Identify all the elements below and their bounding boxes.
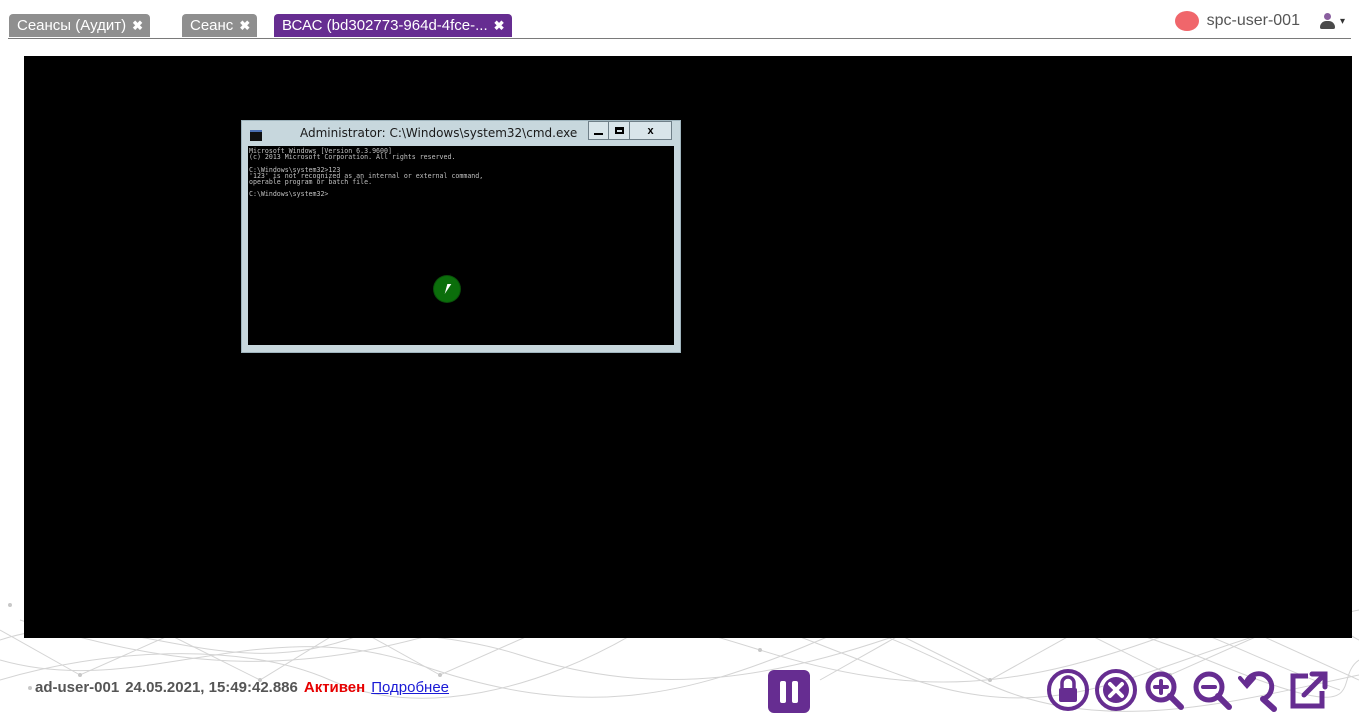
cursor-arrow-icon <box>444 284 452 294</box>
remote-session-viewport[interactable]: Administrator: C:\Windows\system32\cmd.e… <box>24 56 1352 638</box>
tab-vsas-session[interactable]: ВСАС (bd302773-964d-4fce-... ✖ <box>274 14 512 37</box>
tab-session[interactable]: Сеанс ✖ <box>182 14 258 37</box>
console-app-icon <box>250 130 262 141</box>
close-icon[interactable]: ✖ <box>239 18 250 34</box>
maximize-icon <box>614 127 624 134</box>
cmd-window[interactable]: Administrator: C:\Windows\system32\cmd.e… <box>241 120 681 353</box>
user-status-dot <box>1174 11 1199 31</box>
user-area: spc-user-001 ▾ <box>1174 10 1345 32</box>
minimize-icon <box>594 132 603 135</box>
minimize-button[interactable] <box>588 121 609 140</box>
viewer-toolbar <box>1046 668 1330 712</box>
session-user: ad-user-001 <box>35 679 120 696</box>
close-icon[interactable]: ✖ <box>132 18 143 34</box>
tab-bar-divider <box>8 38 1351 39</box>
user-menu-icon[interactable] <box>1318 11 1336 31</box>
tab-bar: Сеансы (Аудит) ✖ Сеанс ✖ ВСАС (bd302773-… <box>0 0 1359 40</box>
username: spc-user-001 <box>1206 12 1300 29</box>
close-icon[interactable]: ✖ <box>494 18 505 34</box>
window-close-button[interactable]: x <box>630 121 672 140</box>
tab-label: Сеанс <box>190 17 234 34</box>
console-line: C:\Windows\system32> <box>249 190 329 199</box>
pause-icon-bar <box>792 680 798 703</box>
mouse-cursor-indicator <box>434 276 460 302</box>
session-state-badge: Активен <box>303 679 366 696</box>
details-link[interactable]: Подробнее <box>371 679 449 696</box>
session-status-line: ad-user-001 24.05.2021, 15:49:42.886 Акт… <box>35 679 449 696</box>
tab-sessions-audit[interactable]: Сеансы (Аудит) ✖ <box>9 14 150 37</box>
console-output[interactable]: Microsoft Windows [Version 6.3.9600] (c) … <box>248 146 674 345</box>
lock-icon[interactable] <box>1046 668 1090 712</box>
pause-icon <box>780 680 786 703</box>
cmd-window-title: Administrator: C:\Windows\system32\cmd.e… <box>300 126 578 140</box>
session-datetime: 24.05.2021, 15:49:42.886 <box>125 679 298 696</box>
external-link-icon[interactable] <box>1286 668 1330 712</box>
tab-label: Сеансы (Аудит) <box>17 17 127 34</box>
zoom-out-icon[interactable] <box>1190 668 1234 712</box>
pause-button[interactable] <box>768 670 810 713</box>
maximize-button[interactable] <box>609 121 630 140</box>
zoom-in-icon[interactable] <box>1142 668 1186 712</box>
zoom-reset-icon[interactable] <box>1238 668 1282 712</box>
cmd-titlebar[interactable]: Administrator: C:\Windows\system32\cmd.e… <box>242 121 680 145</box>
window-buttons: x <box>588 121 672 140</box>
tab-label: ВСАС (bd302773-964d-4fce-... <box>282 17 488 34</box>
chevron-down-icon[interactable]: ▾ <box>1340 16 1345 27</box>
close-circle-icon[interactable] <box>1094 668 1138 712</box>
